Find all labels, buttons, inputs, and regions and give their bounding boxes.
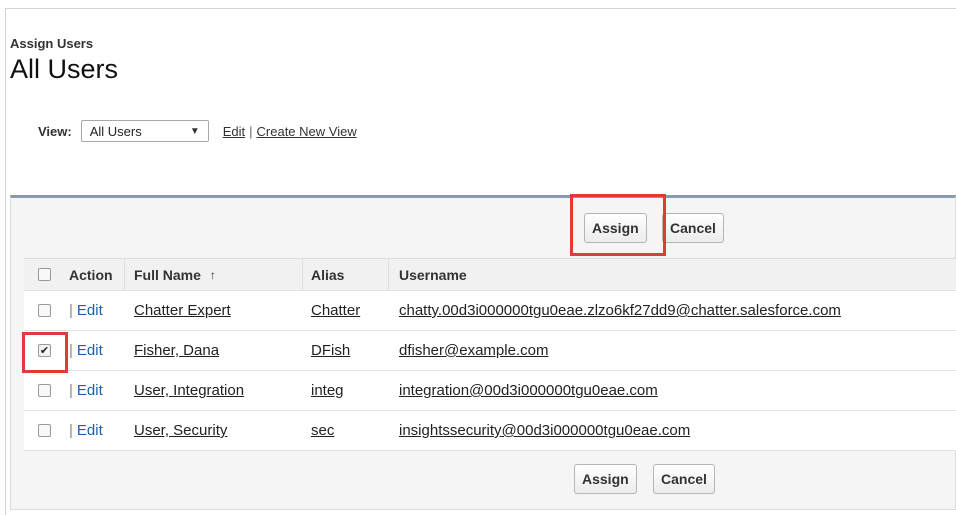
chevron-down-icon: ▼ — [189, 125, 200, 137]
table-row: | Edit Chatter Expert Chatter chatty.00d3… — [24, 291, 956, 331]
column-divider — [124, 259, 125, 290]
action-separator: | — [69, 342, 73, 359]
table-row: | Edit User, Integration integ integratio… — [24, 371, 956, 411]
row-edit-link[interactable]: Edit — [77, 342, 103, 359]
column-header-full-name[interactable]: Full Name ↑ — [134, 259, 216, 290]
username-link[interactable]: insightssecurity@00d3i000000tgu0eae.com — [399, 422, 690, 439]
full-name-link[interactable]: Chatter Expert — [134, 302, 231, 319]
alias-link[interactable]: DFish — [311, 342, 350, 359]
username-link[interactable]: dfisher@example.com — [399, 342, 548, 359]
table-header-row: Action Full Name ↑ Alias Username — [24, 258, 956, 291]
column-header-full-name-label: Full Name — [134, 266, 201, 283]
username-link[interactable]: integration@00d3i000000tgu0eae.com — [399, 382, 658, 399]
create-new-view-link[interactable]: Create New View — [257, 124, 357, 139]
sort-ascending-icon: ↑ — [209, 267, 216, 282]
full-name-link[interactable]: User, Integration — [134, 382, 244, 399]
column-divider — [388, 259, 389, 290]
column-header-alias[interactable]: Alias — [311, 259, 344, 290]
view-select-value: All Users — [89, 123, 142, 139]
view-select[interactable]: All Users ▼ — [80, 120, 209, 142]
view-label: View: — [38, 123, 72, 139]
view-link-separator: | — [249, 123, 253, 139]
alias-link[interactable]: integ — [311, 382, 344, 399]
alias-link[interactable]: sec — [311, 422, 334, 439]
row-edit-link[interactable]: Edit — [77, 382, 103, 399]
column-header-action: Action — [69, 266, 113, 283]
row-select-checkbox[interactable] — [38, 424, 51, 437]
username-link[interactable]: chatty.00d3i000000tgu0eae.zlzo6kf27dd9@c… — [399, 302, 841, 319]
frame-left-border — [5, 8, 6, 515]
page-subtitle: Assign Users — [10, 36, 94, 51]
assign-highlight-box — [570, 194, 666, 256]
select-all-checkbox[interactable] — [38, 268, 51, 281]
assign-button-bottom[interactable]: Assign — [574, 464, 637, 494]
row-select-checkbox[interactable] — [38, 304, 51, 317]
frame-top-border — [5, 8, 956, 9]
action-separator: | — [69, 302, 73, 319]
cancel-button-top[interactable]: Cancel — [662, 213, 724, 243]
column-divider — [302, 259, 303, 290]
table-row: | Edit User, Security sec insightssecurit… — [24, 411, 956, 451]
cancel-button-bottom[interactable]: Cancel — [653, 464, 715, 494]
row-edit-link[interactable]: Edit — [77, 422, 103, 439]
full-name-link[interactable]: User, Security — [134, 422, 227, 439]
row-select-checkbox[interactable] — [38, 384, 51, 397]
checkbox-highlight-box — [22, 332, 68, 373]
table-row: ✔ | Edit Fisher, Dana DFish dfisher@examp… — [24, 331, 956, 371]
row-edit-link[interactable]: Edit — [77, 302, 103, 319]
alias-link[interactable]: Chatter — [311, 302, 360, 319]
column-header-username[interactable]: Username — [399, 259, 467, 290]
view-selector-row: View: All Users ▼ Edit | Create New View — [38, 119, 357, 143]
action-separator: | — [69, 422, 73, 439]
page-header: Assign Users All Users — [10, 36, 118, 85]
page-title: All Users — [10, 54, 119, 84]
edit-view-link[interactable]: Edit — [223, 124, 245, 139]
action-separator: | — [69, 382, 73, 399]
full-name-link[interactable]: Fisher, Dana — [134, 342, 219, 359]
